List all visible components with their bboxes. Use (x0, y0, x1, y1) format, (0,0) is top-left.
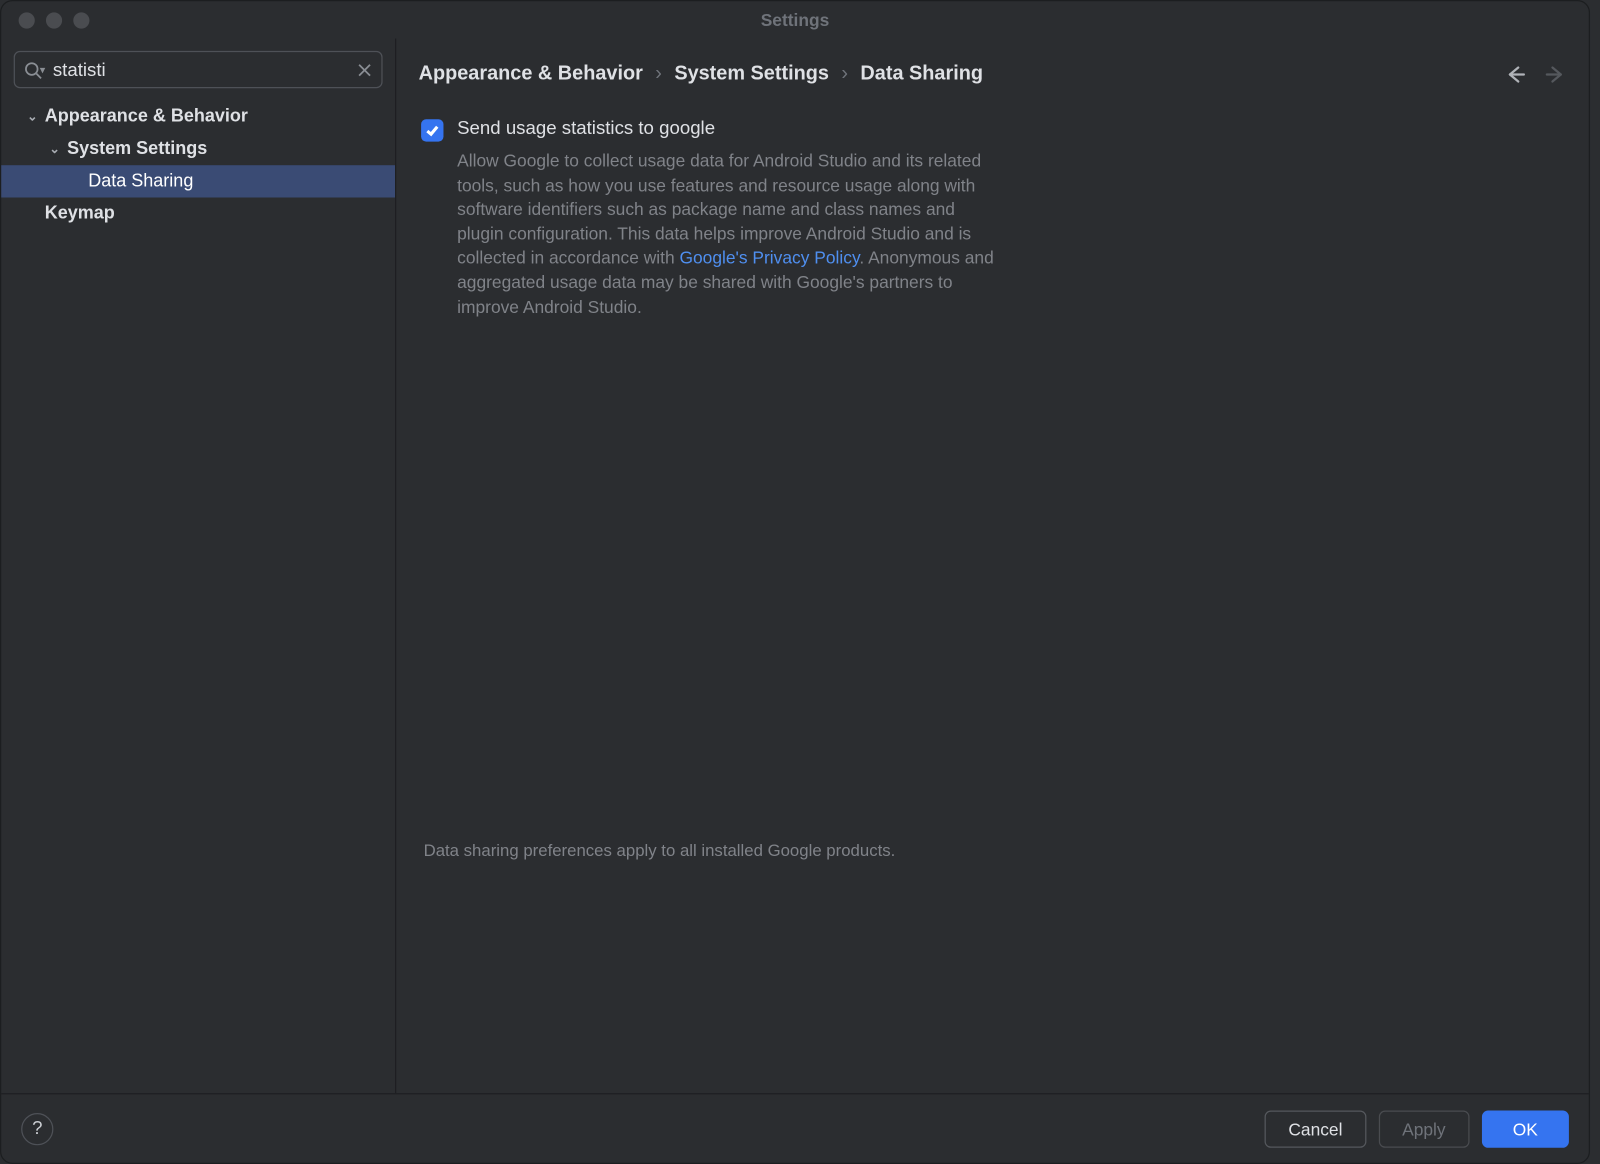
footnote-text: Data sharing preferences apply to all in… (421, 841, 1564, 875)
chevron-down-icon: ⌄ (46, 142, 63, 156)
privacy-policy-link[interactable]: Google's Privacy Policy (679, 248, 859, 268)
cancel-button[interactable]: Cancel (1265, 1110, 1366, 1147)
tree-item-keymap[interactable]: ⌄ Keymap (1, 198, 395, 230)
forward-arrow-icon (1544, 63, 1566, 85)
help-button[interactable]: ? (21, 1112, 53, 1144)
tree-item-label: Appearance & Behavior (45, 107, 248, 127)
tree-item-label: System Settings (67, 139, 207, 159)
button-label: Cancel (1288, 1119, 1342, 1139)
button-label: OK (1513, 1119, 1538, 1139)
tree-item-label: Data Sharing (88, 171, 193, 191)
breadcrumb: Appearance & Behavior › System Settings … (419, 63, 1505, 85)
tree-item-label: Keymap (45, 204, 115, 224)
nav-history (1504, 63, 1566, 85)
tree-item-system-settings[interactable]: ⌄ System Settings (1, 133, 395, 165)
dialog-footer: ? Cancel Apply OK (1, 1093, 1589, 1163)
search-input[interactable] (50, 59, 346, 80)
main-panel: Appearance & Behavior › System Settings … (396, 39, 1589, 1094)
titlebar: Settings (1, 1, 1589, 38)
window-title: Settings (761, 10, 830, 30)
ok-button[interactable]: OK (1482, 1110, 1569, 1147)
breadcrumb-item[interactable]: Appearance & Behavior (419, 63, 643, 85)
settings-tree: ⌄ Appearance & Behavior ⌄ System Setting… (1, 98, 395, 1093)
button-label: Apply (1402, 1119, 1446, 1139)
close-window-icon[interactable] (19, 12, 35, 28)
window-controls[interactable] (19, 12, 90, 28)
breadcrumb-separator-icon: › (655, 63, 662, 85)
breadcrumb-item[interactable]: System Settings (674, 63, 829, 85)
breadcrumb-item-current: Data Sharing (860, 63, 983, 85)
breadcrumb-separator-icon: › (841, 63, 848, 85)
sidebar: ▾ ⌄ Appearance & Behavior ⌄ System Setti… (1, 39, 396, 1094)
send-usage-stats-checkbox[interactable] (421, 119, 443, 141)
setting-description: Allow Google to collect usage data for A… (457, 149, 1004, 319)
back-arrow-icon[interactable] (1504, 63, 1526, 85)
maximize-window-icon[interactable] (73, 12, 89, 28)
minimize-window-icon[interactable] (46, 12, 62, 28)
tree-item-data-sharing[interactable]: Data Sharing (1, 165, 395, 197)
help-icon: ? (32, 1118, 42, 1139)
chevron-down-icon: ⌄ (24, 110, 41, 124)
apply-button: Apply (1379, 1110, 1470, 1147)
tree-item-appearance-behavior[interactable]: ⌄ Appearance & Behavior (1, 101, 395, 133)
search-field[interactable]: ▾ (14, 51, 383, 88)
checkbox-label[interactable]: Send usage statistics to google (457, 118, 715, 139)
clear-search-icon[interactable] (347, 63, 382, 77)
search-options-caret-icon[interactable]: ▾ (40, 63, 46, 77)
settings-window: Settings ▾ ⌄ Appearance & Be (0, 0, 1590, 1164)
